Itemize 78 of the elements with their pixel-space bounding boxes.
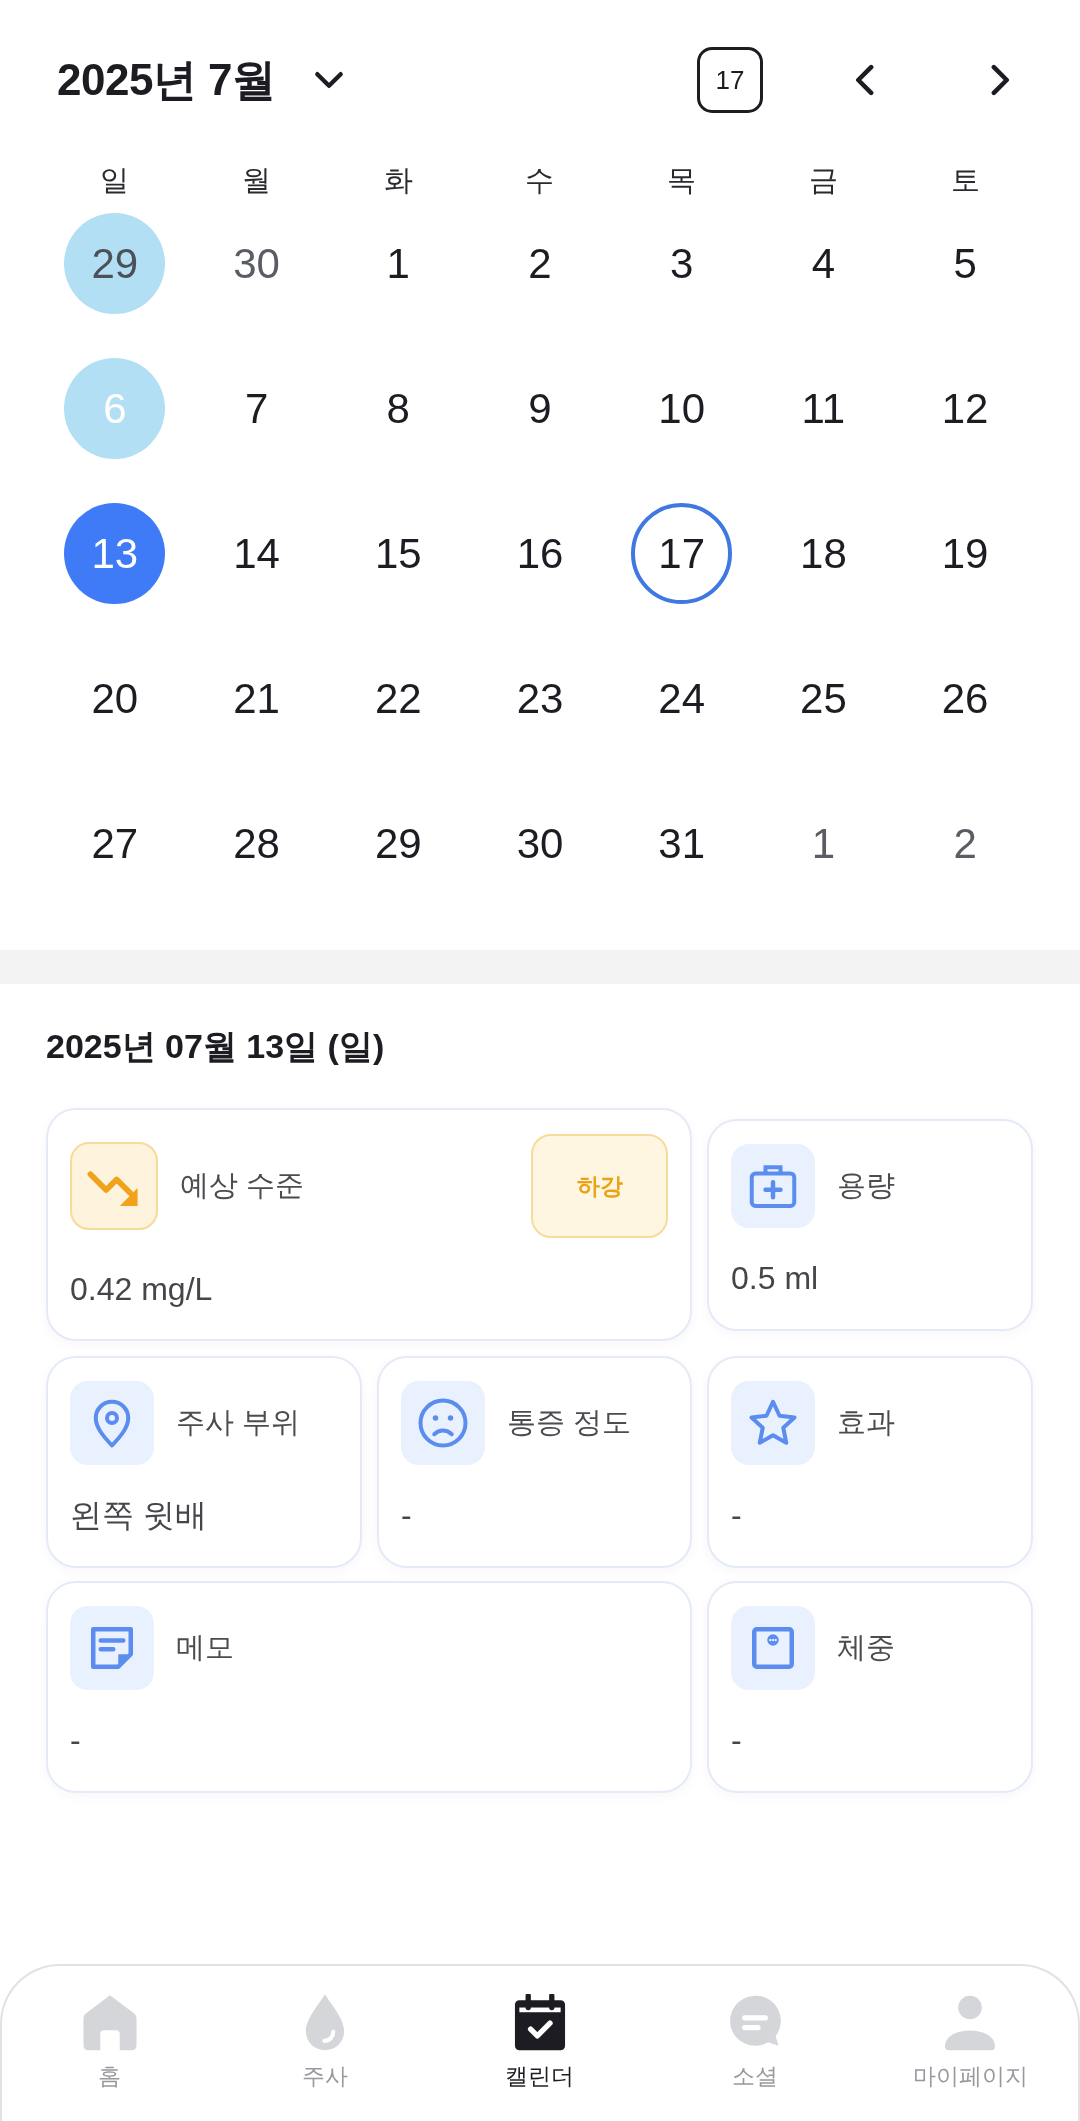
calendar-day[interactable]: 7 bbox=[206, 358, 308, 459]
sad-face-icon bbox=[401, 1380, 485, 1465]
calendar-day[interactable]: 13 bbox=[64, 503, 166, 604]
calendar-day[interactable]: 2 bbox=[489, 213, 591, 314]
card-value: - bbox=[731, 1495, 743, 1535]
calendar-day[interactable]: 4 bbox=[772, 213, 874, 314]
info-card[interactable]: 체중 - bbox=[707, 1581, 1033, 1793]
weekday-label: 수 bbox=[524, 163, 556, 198]
chevron-left-icon[interactable] bbox=[854, 64, 874, 96]
calendar-day[interactable]: 27 bbox=[64, 793, 166, 894]
info-card[interactable]: 효과 - bbox=[707, 1355, 1033, 1568]
calendar-day[interactable]: 19 bbox=[914, 503, 1016, 604]
calendar-day[interactable]: 1 bbox=[772, 793, 874, 894]
month-title[interactable]: 2025년 7월 bbox=[57, 47, 276, 113]
weekday-label: 금 bbox=[807, 163, 839, 198]
card-value: - bbox=[70, 1721, 82, 1760]
location-pin-icon bbox=[70, 1380, 154, 1465]
home-icon bbox=[81, 1994, 138, 2052]
calendar-day[interactable]: 9 bbox=[489, 358, 591, 459]
calendar-day[interactable]: 14 bbox=[206, 503, 308, 604]
card-label: 용량 bbox=[837, 1167, 896, 1203]
card-value: - bbox=[731, 1721, 743, 1760]
scale-icon bbox=[731, 1606, 815, 1690]
card-label: 통증 정도 bbox=[507, 1404, 633, 1440]
info-card[interactable]: 통증 정도 - bbox=[377, 1355, 692, 1568]
calendar-day[interactable]: 12 bbox=[914, 358, 1016, 459]
trend-down-icon bbox=[70, 1142, 158, 1230]
calendar-day[interactable]: 26 bbox=[914, 648, 1016, 749]
calendar-day[interactable]: 1 bbox=[347, 213, 449, 314]
calendar-day[interactable]: 30 bbox=[489, 793, 591, 894]
calendar-day[interactable]: 11 bbox=[772, 358, 874, 459]
card-label: 예상 수준 bbox=[180, 1168, 306, 1203]
card-value: 왼쪽 윗배 bbox=[70, 1495, 208, 1535]
card-label: 효과 bbox=[837, 1404, 896, 1440]
calendar-day[interactable]: 20 bbox=[64, 648, 166, 749]
info-card[interactable]: 메모 - bbox=[46, 1581, 692, 1793]
calendar-check-icon bbox=[512, 1994, 568, 2052]
calendar-day[interactable]: 21 bbox=[206, 648, 308, 749]
weekday-label: 화 bbox=[382, 163, 414, 198]
trend-badge: 하강 bbox=[531, 1134, 668, 1238]
nav-tab[interactable]: 캘린더 bbox=[505, 1994, 575, 2090]
calendar-day[interactable]: 3 bbox=[631, 213, 733, 314]
today-button[interactable]: 17 bbox=[697, 47, 763, 113]
calendar-day[interactable]: 18 bbox=[772, 503, 874, 604]
card-label: 체중 bbox=[837, 1630, 896, 1665]
chevron-right-icon[interactable] bbox=[991, 64, 1011, 96]
calendar-day[interactable]: 24 bbox=[631, 648, 733, 749]
calendar-day[interactable]: 16 bbox=[489, 503, 591, 604]
calendar-day[interactable]: 31 bbox=[631, 793, 733, 894]
chevron-down-icon[interactable] bbox=[313, 69, 344, 91]
calendar-day[interactable]: 22 bbox=[347, 648, 449, 749]
calendar-day[interactable]: 17 bbox=[631, 503, 733, 604]
calendar-day[interactable]: 15 bbox=[347, 503, 449, 604]
weekday-label: 일 bbox=[99, 163, 131, 198]
card-value: 0.42 mg/L bbox=[70, 1270, 214, 1309]
calendar-day[interactable]: 5 bbox=[914, 213, 1016, 314]
calendar-day[interactable]: 10 bbox=[631, 358, 733, 459]
first-aid-kit-icon bbox=[731, 1143, 815, 1228]
info-card[interactable]: 용량 0.5 ml bbox=[707, 1118, 1033, 1331]
selected-date-title: 2025년 07월 13일 (일) bbox=[46, 1026, 386, 1066]
calendar-day[interactable]: 25 bbox=[772, 648, 874, 749]
calendar-day[interactable]: 30 bbox=[206, 213, 308, 314]
info-card[interactable]: 예상 수준 하강 0.42 mg/L bbox=[46, 1108, 692, 1341]
info-card[interactable]: 주사 부위 왼쪽 윗배 bbox=[46, 1355, 362, 1568]
note-icon bbox=[70, 1606, 154, 1690]
calendar-day[interactable]: 29 bbox=[64, 213, 166, 314]
calendar-day[interactable]: 23 bbox=[489, 648, 591, 749]
calendar-day[interactable]: 2 bbox=[914, 793, 1016, 894]
card-label: 주사 부위 bbox=[176, 1404, 302, 1440]
card-label: 메모 bbox=[176, 1630, 235, 1665]
weekday-label: 목 bbox=[666, 163, 698, 198]
weekday-label: 토 bbox=[949, 163, 981, 198]
card-value: 0.5 ml bbox=[731, 1258, 820, 1298]
calendar-day[interactable]: 8 bbox=[347, 358, 449, 459]
card-value: - bbox=[401, 1495, 413, 1535]
weekday-label: 월 bbox=[241, 163, 273, 198]
calendar-day[interactable]: 28 bbox=[206, 793, 308, 894]
calendar-day[interactable]: 29 bbox=[347, 793, 449, 894]
